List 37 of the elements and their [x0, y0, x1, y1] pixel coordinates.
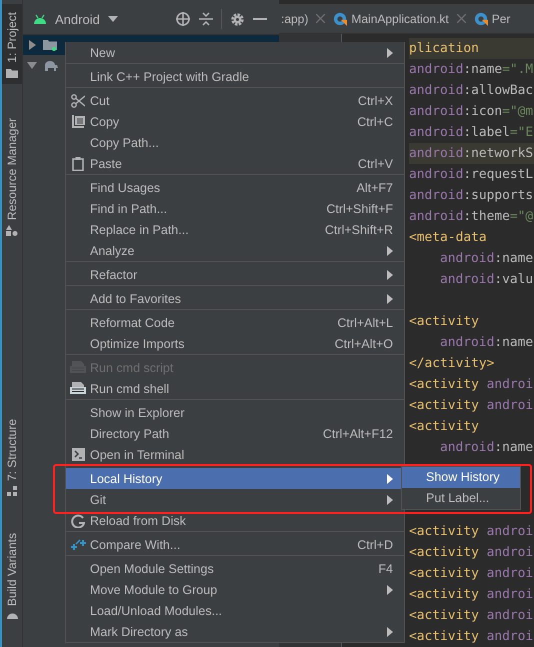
code-line: android:requestL: [409, 166, 534, 184]
code-line: android:icon="@m: [409, 103, 534, 121]
shortcut-label: Ctrl+Alt+L: [337, 316, 393, 330]
code-line: <activity androi: [409, 397, 534, 415]
code-line: <activity: [409, 418, 480, 436]
tab-label: Per: [492, 12, 510, 26]
code-line: android:valu: [439, 271, 534, 289]
code-line: <activity: [409, 313, 480, 331]
tab-label: MainApplication.kt: [351, 12, 449, 26]
code-line: android:name: [439, 439, 534, 457]
shortcut-label: Ctrl+D: [357, 538, 393, 552]
code-line: <activity androi: [409, 586, 534, 604]
code-line: <activity androi: [409, 628, 534, 646]
shortcut-label: Ctrl+Shift+F: [326, 202, 393, 216]
code-line: <activity androi: [409, 376, 534, 394]
shortcut-label: F4: [378, 562, 393, 576]
code-line: </activity>: [409, 355, 496, 373]
shortcut-label: Ctrl+X: [358, 94, 393, 108]
shortcut-label: Ctrl+V: [358, 156, 393, 170]
code-line: android:name=".M: [409, 61, 534, 79]
code-line: <activity androi: [409, 565, 534, 583]
code-line: android:allowBac: [409, 82, 534, 100]
shortcut-label: Ctrl+Alt+O: [334, 336, 393, 350]
code-line: android:name: [439, 250, 534, 268]
code-line: android:label="E: [409, 124, 534, 142]
code-line: android:name: [439, 334, 534, 352]
shortcut-label: Ctrl+C: [357, 114, 393, 128]
code-line: <meta-data: [409, 229, 488, 247]
code-line: <activity androi: [409, 607, 534, 625]
code-line: <activity androi: [409, 523, 534, 541]
code-line: android:theme="@: [409, 208, 534, 226]
tab-label: :app): [281, 12, 308, 26]
shortcut-label: Ctrl+Alt+F12: [322, 426, 393, 440]
shortcut-label: Ctrl+Shift+R: [324, 222, 393, 236]
shortcut-label: Alt+F7: [356, 180, 393, 194]
code-line: <activity androi: [409, 544, 534, 562]
code-line: android:supports: [409, 187, 534, 205]
